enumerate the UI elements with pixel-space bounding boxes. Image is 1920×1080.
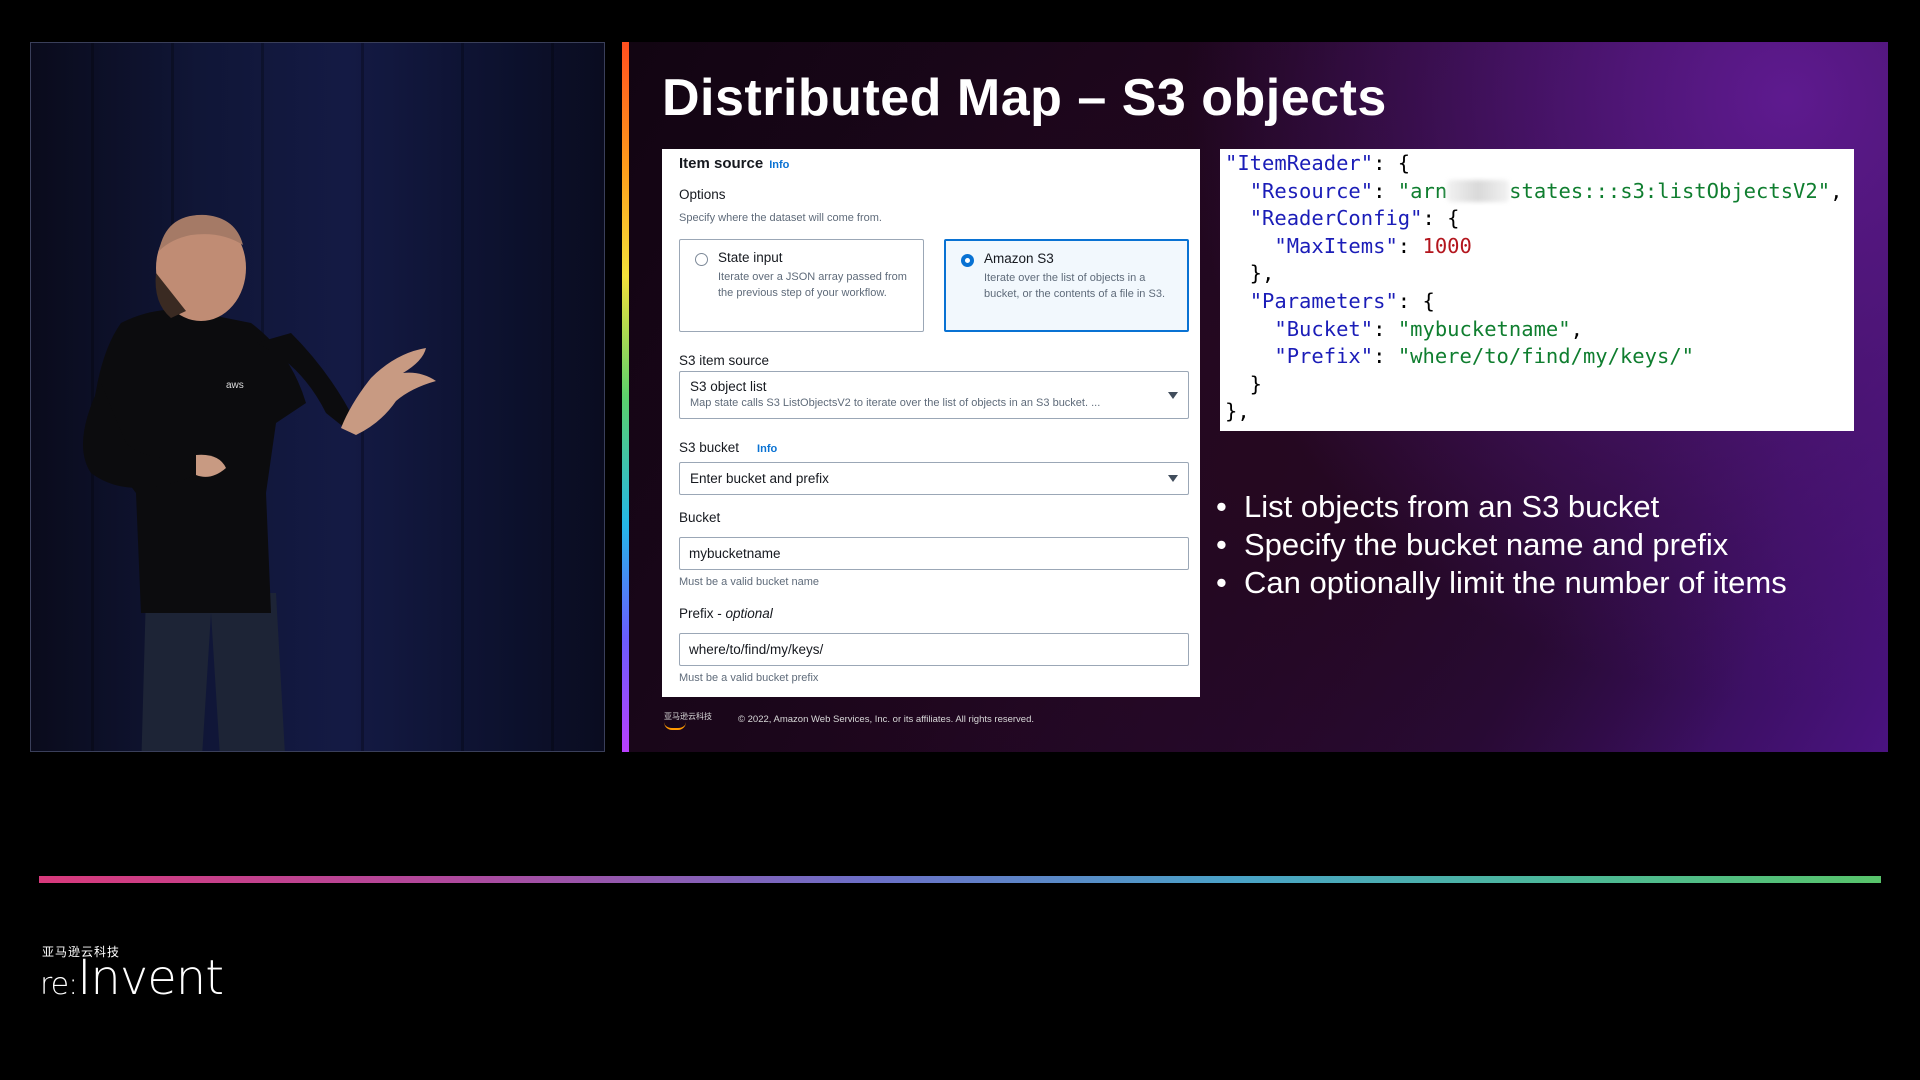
s3-bucket-info-link[interactable]: Info <box>757 443 777 455</box>
code-token: states:::s3:listObjectsV2" <box>1509 178 1831 203</box>
code-token: "arn <box>1397 178 1448 203</box>
tile-description: Iterate over a JSON array passed from th… <box>718 271 907 299</box>
s3-item-source-value: S3 object list <box>690 379 767 394</box>
code-token: "MaxItems" <box>1274 233 1398 258</box>
redacted-region <box>1447 179 1510 202</box>
prefix-hint: Must be a valid bucket prefix <box>679 672 819 684</box>
code-token: "where/to/find/my/keys/" <box>1397 344 1695 369</box>
code-token: "Prefix" <box>1274 344 1374 369</box>
bullet-item: Can optionally limit the number of items <box>1216 564 1787 602</box>
slide-accent-bar <box>622 42 629 752</box>
options-description: Specify where the dataset will come from… <box>679 212 882 224</box>
bucket-label: Bucket <box>679 510 721 525</box>
s3-bucket-heading: S3 bucket Info <box>679 440 777 455</box>
state-input-radio[interactable] <box>695 253 708 266</box>
s3-item-source-label: S3 item source <box>679 353 770 368</box>
console-form-card: Item source Info Options Specify where th… <box>662 149 1200 697</box>
item-source-info-link[interactable]: Info <box>769 159 789 171</box>
reinvent-logo-invent: Invent <box>77 950 224 1006</box>
amazon-s3-radio[interactable] <box>961 254 974 267</box>
copyright-text: © 2022, Amazon Web Services, Inc. or its… <box>738 714 1035 725</box>
chevron-down-icon <box>1168 475 1178 482</box>
presentation-slide: Distributed Map – S3 objects Item source… <box>622 42 1888 752</box>
reinvent-logo-re: re: <box>40 967 78 1002</box>
item-source-heading: Item source Info <box>679 155 789 172</box>
s3-bucket-label: S3 bucket <box>679 440 740 455</box>
code-token: "ReaderConfig" <box>1249 206 1423 231</box>
code-token: "Bucket" <box>1274 316 1374 341</box>
aws-logo: 亚马逊云科技 <box>664 712 712 721</box>
code-token: "Parameters" <box>1249 288 1398 313</box>
reinvent-logo: re:Invent <box>40 950 224 1006</box>
s3-item-source-description: Map state calls S3 ListObjectsV2 to iter… <box>690 397 1101 409</box>
rainbow-divider <box>39 876 1881 883</box>
s3-bucket-select-value: Enter bucket and prefix <box>690 471 829 486</box>
speaker-video-panel: aws <box>30 42 605 752</box>
s3-bucket-select[interactable]: Enter bucket and prefix <box>679 462 1189 495</box>
aws-smile-icon <box>664 722 686 730</box>
item-source-label: Item source <box>679 155 764 172</box>
code-token: "Resource" <box>1249 178 1374 203</box>
bucket-input[interactable]: mybucketname <box>679 537 1189 570</box>
tile-description: Iterate over the list of objects in a bu… <box>984 272 1165 300</box>
options-label: Options <box>679 187 726 202</box>
prefix-label: Prefix - optional <box>679 606 773 621</box>
speaker-figure: aws <box>83 214 436 751</box>
code-token: "ItemReader" <box>1225 151 1374 175</box>
svg-text:aws: aws <box>226 380 244 391</box>
bullet-item: List objects from an S3 bucket <box>1216 488 1787 526</box>
code-token: "mybucketname" <box>1397 316 1571 341</box>
code-snippet: "ItemReader": { "Resource": "arn states::… <box>1220 149 1854 431</box>
tile-amazon-s3[interactable]: Amazon S3 Iterate over the list of objec… <box>944 239 1189 332</box>
chevron-down-icon <box>1168 392 1178 399</box>
bullet-item: Specify the bucket name and prefix <box>1216 526 1787 564</box>
tile-title: State input <box>718 250 783 265</box>
bucket-hint: Must be a valid bucket name <box>679 576 820 588</box>
tile-state-input[interactable]: State input Iterate over a JSON array pa… <box>679 239 924 332</box>
slide-title: Distributed Map – S3 objects <box>662 69 1387 127</box>
bullet-list: List objects from an S3 bucket Specify t… <box>1216 488 1787 602</box>
prefix-optional-text: optional <box>725 606 773 621</box>
s3-item-source-select[interactable]: S3 object list Map state calls S3 ListOb… <box>679 371 1189 419</box>
code-token: 1000 <box>1422 233 1472 258</box>
tile-title: Amazon S3 <box>984 251 1054 266</box>
prefix-input[interactable]: where/to/find/my/keys/ <box>679 633 1189 666</box>
prefix-label-text: Prefix - <box>679 606 726 621</box>
